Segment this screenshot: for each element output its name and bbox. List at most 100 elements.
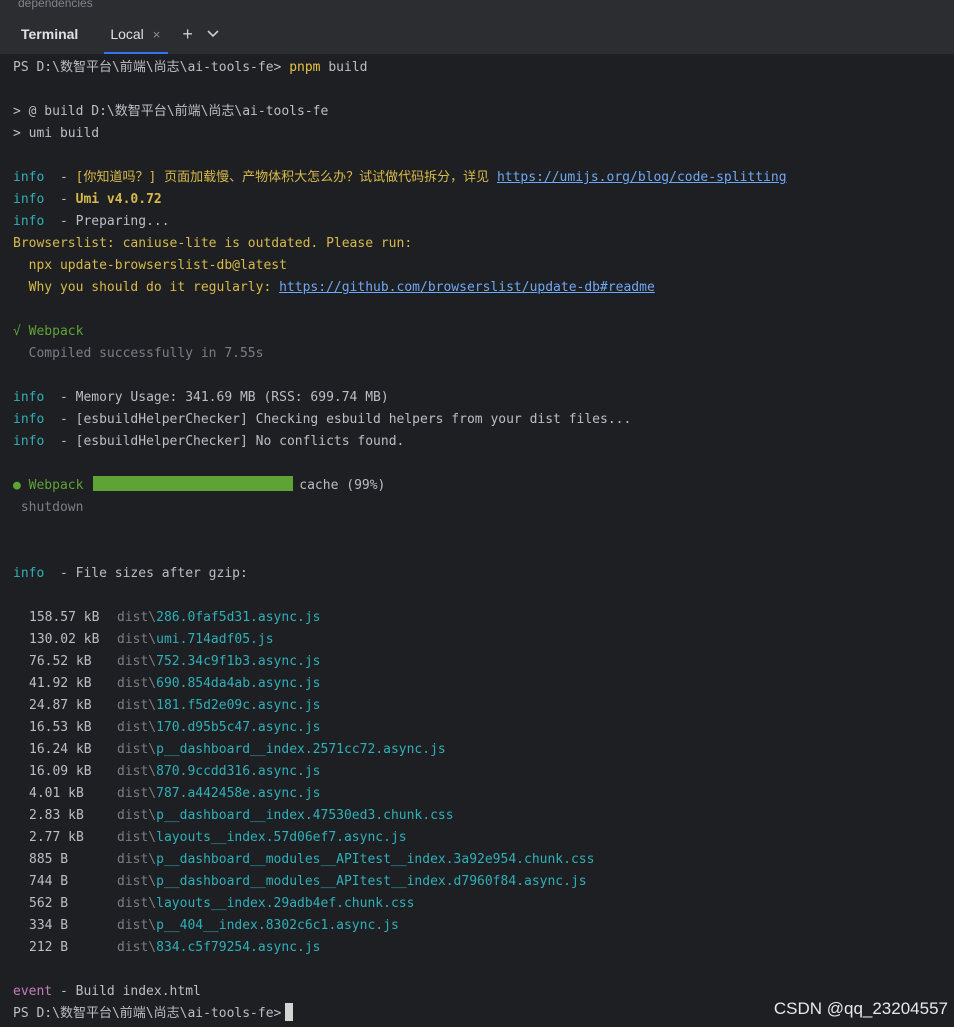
chevron-down-icon[interactable]	[207, 27, 219, 41]
file-row: 16.24 kB dist\p__dashboard__index.2571cc7…	[13, 739, 954, 761]
file-size: 130.02 kB	[29, 632, 100, 647]
info-label: info	[13, 214, 45, 229]
file-name: p__dashboard__index.47530ed3.chunk.css	[156, 808, 454, 823]
info-label: info	[13, 412, 45, 427]
file-row: 2.83 kB dist\p__dashboard__index.47530ed3…	[13, 805, 954, 827]
file-name: layouts__index.57d06ef7.async.js	[156, 830, 407, 845]
tip-text: [你知道吗？] 页面加载慢、产物体积大怎么办？试试做代码拆分，详见	[75, 170, 497, 185]
file-size: 2.77 kB	[29, 830, 84, 845]
file-size: 212 B	[29, 940, 69, 955]
file-dir: dist\	[117, 786, 157, 801]
memory-text: Memory Usage: 341.69 MB (RSS: 699.74 MB)	[75, 390, 389, 405]
event-text: - Build index.html	[52, 984, 201, 999]
file-dir: dist\	[117, 830, 157, 845]
log-line: info - [esbuildHelperChecker] No conflic…	[13, 431, 954, 453]
dash: -	[44, 170, 76, 185]
info-label: info	[13, 170, 45, 185]
log-line: info - Preparing...	[13, 211, 954, 233]
log-line: info - [你知道吗？] 页面加载慢、产物体积大怎么办？试试做代码拆分，详见…	[13, 167, 954, 189]
file-size: 885 B	[29, 852, 69, 867]
warning-line: Browserslist: caniuse-lite is outdated. …	[13, 236, 413, 251]
log-line: info - [esbuildHelperChecker] Checking e…	[13, 409, 954, 431]
terminal-output[interactable]: PS D:\数智平台\前端\尚志\ai-tools-fe> pnpm build…	[0, 55, 954, 1025]
file-name: layouts__index.29adb4ef.chunk.css	[156, 896, 415, 911]
watermark: CSDN @qq_23204557	[773, 999, 948, 1018]
command-pnpm: pnpm	[289, 60, 321, 75]
file-dir: dist\	[117, 698, 157, 713]
file-row: 130.02 kB dist\umi.714adf05.js	[13, 629, 954, 651]
file-row: 212 B dist\834.c5f79254.async.js	[13, 937, 954, 959]
file-dir: dist\	[117, 610, 157, 625]
dash: -	[44, 566, 76, 581]
info-label: info	[13, 390, 45, 405]
file-dir: dist\	[117, 896, 157, 911]
dash: -	[44, 214, 76, 229]
file-name: 170.d95b5c47.async.js	[156, 720, 321, 735]
log-line: info - File sizes after gzip:	[13, 563, 954, 585]
file-size: 158.57 kB	[29, 610, 100, 625]
dash: -	[44, 192, 76, 207]
file-sizes-text: File sizes after gzip:	[75, 566, 248, 581]
dash: -	[44, 412, 76, 427]
file-name: p__dashboard__index.2571cc72.async.js	[156, 742, 446, 757]
file-size: 562 B	[29, 896, 69, 911]
file-dir: dist\	[117, 940, 157, 955]
dash: -	[44, 434, 76, 449]
file-dir: dist\	[117, 874, 157, 889]
progress-line: ● Webpack cache (99%)	[13, 475, 954, 497]
webpack-progress-label: ● Webpack	[13, 478, 84, 493]
preparing-text: Preparing...	[75, 214, 170, 229]
webpack-success: √ Webpack	[13, 324, 84, 339]
text-cursor	[285, 1003, 294, 1021]
info-label: info	[13, 192, 45, 207]
file-size: 16.09 kB	[29, 764, 92, 779]
file-name: p__dashboard__modules__APItest__index.d7…	[156, 874, 587, 889]
tab-local-label: Local	[110, 26, 144, 42]
file-row: 562 B dist\layouts__index.29adb4ef.chunk.…	[13, 893, 954, 915]
prompt-line: PS D:\数智平台\前端\尚志\ai-tools-fe> pnpm build	[13, 57, 954, 79]
prompt-path: PS D:\数智平台\前端\尚志\ai-tools-fe>	[13, 60, 282, 75]
prompt-path: PS D:\数智平台\前端\尚志\ai-tools-fe>	[13, 1006, 282, 1021]
file-dir: dist\	[117, 852, 157, 867]
warning-line: Why you should do it regularly: https://…	[13, 277, 954, 299]
file-row: 2.77 kB dist\layouts__index.57d06ef7.asyn…	[13, 827, 954, 849]
file-name: 690.854da4ab.async.js	[156, 676, 321, 691]
file-size: 24.87 kB	[29, 698, 92, 713]
code-splitting-link[interactable]: https://umijs.org/blog/code-splitting	[497, 170, 787, 185]
script-line: > umi build	[13, 126, 100, 141]
file-name: p__dashboard__modules__APItest__index.3a…	[156, 852, 595, 867]
terminal-title: Terminal	[21, 26, 79, 42]
file-size: 334 B	[29, 918, 69, 933]
file-row: 41.92 kB dist\690.854da4ab.async.js	[13, 673, 954, 695]
script-line: > @ build D:\数智平台\前端\尚志\ai-tools-fe	[13, 104, 329, 119]
warning-line: npx update-browserslist-db@latest	[13, 258, 287, 273]
file-dir: dist\	[117, 676, 157, 691]
top-panel-label: dependencies	[0, 0, 954, 14]
add-tab-icon[interactable]: +	[182, 25, 193, 43]
file-name: 870.9ccdd316.async.js	[156, 764, 321, 779]
terminal-tabbar: Terminal Local × +	[0, 14, 954, 55]
esbuild-text: [esbuildHelperChecker] No conflicts foun…	[75, 434, 405, 449]
event-label: event	[13, 984, 53, 999]
file-dir: dist\	[117, 808, 157, 823]
file-row: 744 B dist\p__dashboard__modules__APItest…	[13, 871, 954, 893]
file-size: 76.52 kB	[29, 654, 92, 669]
tab-local[interactable]: Local ×	[96, 14, 169, 54]
close-icon[interactable]: ×	[153, 27, 161, 42]
file-name: 787.a442458e.async.js	[156, 786, 321, 801]
compiled-text: Compiled successfully in 7.55s	[13, 346, 264, 361]
file-dir: dist\	[117, 764, 157, 779]
file-row: 158.57 kB dist\286.0faf5d31.async.js	[13, 607, 954, 629]
file-size: 16.24 kB	[29, 742, 92, 757]
browserslist-link[interactable]: https://github.com/browserslist/update-d…	[279, 280, 655, 295]
command-args: build	[320, 60, 368, 75]
file-dir: dist\	[117, 654, 157, 669]
umi-version: Umi v4.0.72	[75, 192, 162, 207]
